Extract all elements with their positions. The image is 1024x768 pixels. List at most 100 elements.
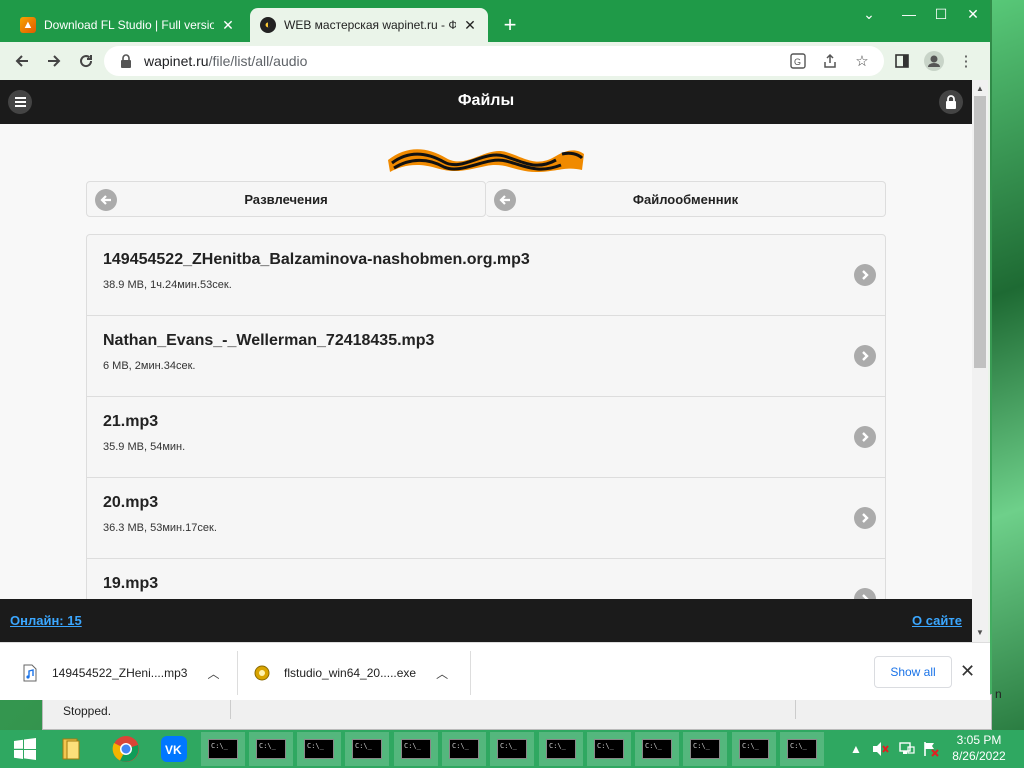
file-name: 19.mp3: [103, 575, 159, 592]
clock-time: 3:05 PM: [956, 733, 1002, 747]
close-icon[interactable]: ✕: [960, 661, 975, 682]
file-name: Nathan_Evans_-_Wellerman_72418435.mp3: [103, 332, 435, 349]
reload-icon: [80, 55, 93, 68]
page-viewport: Файлы Развлечения Файлообменник 14945452…: [0, 80, 972, 642]
tab-close-icon[interactable]: ✕: [462, 17, 478, 34]
kebab-menu-icon[interactable]: ⋮: [952, 47, 980, 75]
installer-icon: [254, 664, 270, 682]
cmd-window-button[interactable]: C:\_: [490, 732, 534, 766]
download-item[interactable]: flstudio_win64_20.....exe ︿: [254, 651, 448, 695]
chevron-up-icon[interactable]: ︿: [436, 665, 448, 682]
cmd-icon: C:\_: [787, 739, 817, 759]
taskbar-clock[interactable]: 3:05 PM 8/26/2022: [946, 732, 1012, 764]
about-link[interactable]: О сайте: [912, 613, 962, 628]
site-header: Файлы: [0, 80, 972, 124]
cmd-window-button[interactable]: C:\_: [732, 732, 776, 766]
cmd-window-button[interactable]: C:\_: [683, 732, 727, 766]
file-meta: 36.3 MB, 53мин.17сек.: [103, 522, 217, 534]
taskbar: VK C:\_ C:\_ C:\_ C:\_ C:\_ C:\_ C:\_ C:…: [0, 730, 1024, 768]
back-arrow-icon: [494, 189, 516, 211]
tab-title: WEB мастерская wapinet.ru - Фа: [284, 18, 456, 32]
url-path: /file/list/all/audio: [208, 53, 308, 69]
breadcrumb-file-exchange[interactable]: Файлообменник: [486, 181, 886, 217]
network-icon[interactable]: [898, 732, 916, 766]
download-item[interactable]: 149454522_ZHeni....mp3 ︿: [22, 651, 219, 695]
online-count-link[interactable]: Онлайн: 15: [10, 613, 82, 628]
profile-avatar-icon[interactable]: [920, 47, 948, 75]
chevron-up-icon[interactable]: ︿: [207, 665, 219, 682]
wapinet-favicon-icon: ◐: [260, 17, 276, 33]
vk-icon[interactable]: VK: [152, 732, 196, 766]
breadcrumb-entertainment[interactable]: Развлечения: [86, 181, 486, 217]
file-explorer-icon[interactable]: [50, 732, 94, 766]
cmd-icon: C:\_: [304, 739, 334, 759]
cmd-icon: C:\_: [739, 739, 769, 759]
cmd-window-button[interactable]: C:\_: [539, 732, 583, 766]
background-edge-text: n: [995, 687, 1002, 701]
cmd-window-button[interactable]: C:\_: [201, 732, 245, 766]
st-george-ribbon-logo: [388, 149, 584, 172]
cmd-icon: C:\_: [497, 739, 527, 759]
reload-button[interactable]: [72, 47, 100, 75]
show-all-button[interactable]: Show all: [874, 656, 952, 688]
new-tab-button[interactable]: +: [497, 13, 523, 39]
download-divider: [237, 651, 238, 695]
padlock-icon[interactable]: [120, 54, 132, 68]
file-meta: 38.9 MB, 1ч.24мин.53сек.: [103, 279, 232, 291]
download-filename: flstudio_win64_20.....exe: [284, 666, 417, 680]
cmd-window-button[interactable]: C:\_: [345, 732, 389, 766]
status-divider: [795, 699, 796, 719]
cmd-window-button[interactable]: C:\_: [394, 732, 438, 766]
browser-toolbar: wapinet.ru/file/list/all/audio G ☆ ⋮: [0, 42, 990, 80]
cmd-icon: C:\_: [256, 739, 286, 759]
cmd-icon: C:\_: [690, 739, 720, 759]
cmd-icon: C:\_: [449, 739, 479, 759]
cmd-window-button[interactable]: C:\_: [780, 732, 824, 766]
address-bar[interactable]: wapinet.ru/file/list/all/audio: [104, 46, 884, 76]
cmd-icon: C:\_: [208, 739, 238, 759]
tab-close-icon[interactable]: ✕: [220, 17, 236, 34]
tab-title: Download FL Studio | Full version: [44, 18, 214, 32]
cmd-window-button[interactable]: C:\_: [587, 732, 631, 766]
scrollbar-thumb[interactable]: [974, 96, 986, 368]
tab-fl-studio[interactable]: ▲ Download FL Studio | Full version ✕: [10, 8, 246, 42]
list-item[interactable]: 20.mp3 36.3 MB, 53мин.17сек.: [87, 478, 885, 559]
cmd-window-button[interactable]: C:\_: [249, 732, 293, 766]
chrome-icon[interactable]: [104, 732, 148, 766]
audio-file-icon: [22, 664, 38, 682]
bookmark-star-icon[interactable]: ☆: [848, 47, 876, 75]
file-name: 20.mp3: [103, 494, 159, 511]
volume-muted-icon[interactable]: [872, 732, 890, 766]
tab-wapinet[interactable]: ◐ WEB мастерская wapinet.ru - Фа ✕: [250, 8, 488, 42]
cmd-icon: C:\_: [642, 739, 672, 759]
cmd-icon: C:\_: [594, 739, 624, 759]
cmd-window-button[interactable]: C:\_: [297, 732, 341, 766]
close-window-button[interactable]: ✕: [950, 0, 996, 28]
share-icon[interactable]: [816, 47, 844, 75]
tray-overflow-chevron-icon[interactable]: ▲: [850, 732, 862, 766]
list-item[interactable]: 149454522_ZHenitba_Balzaminova-nashobmen…: [87, 235, 885, 316]
list-item[interactable]: 21.mp3 35.9 MB, 54мин.: [87, 397, 885, 478]
file-meta: 6 MB, 2мин.34сек.: [103, 360, 196, 372]
download-divider: [470, 651, 471, 695]
status-divider: [230, 699, 231, 719]
download-shelf: 149454522_ZHeni....mp3 ︿ flstudio_win64_…: [0, 642, 990, 700]
action-center-flag-icon[interactable]: [922, 732, 940, 766]
scroll-down-icon[interactable]: ▼: [976, 628, 984, 637]
svg-text:VK: VK: [165, 743, 182, 757]
breadcrumb-label: Развлечения: [244, 191, 328, 207]
forward-button[interactable]: [40, 47, 68, 75]
scroll-up-icon[interactable]: ▲: [976, 84, 984, 93]
background-status-text: Stopped.: [63, 704, 112, 718]
cmd-icon: C:\_: [546, 739, 576, 759]
translate-icon[interactable]: G: [784, 47, 812, 75]
list-item[interactable]: Nathan_Evans_-_Wellerman_72418435.mp3 6 …: [87, 316, 885, 397]
back-button[interactable]: [8, 47, 36, 75]
login-lock-icon[interactable]: [939, 90, 963, 114]
cmd-window-button[interactable]: C:\_: [442, 732, 486, 766]
side-panel-icon[interactable]: [888, 47, 916, 75]
back-arrow-icon: [95, 189, 117, 211]
page-scrollbar[interactable]: ▲ ▼: [972, 80, 988, 642]
cmd-window-button[interactable]: C:\_: [635, 732, 679, 766]
windows-start-icon[interactable]: [4, 732, 46, 766]
